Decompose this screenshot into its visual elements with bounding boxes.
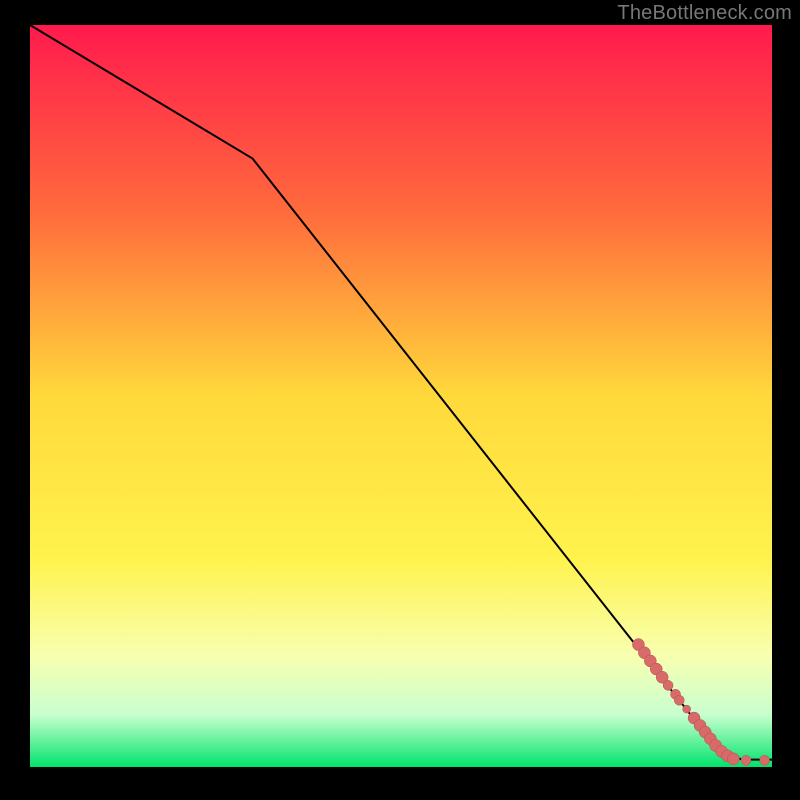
- data-marker: [663, 680, 673, 690]
- chart-container: TheBottleneck.com: [0, 0, 800, 800]
- data-marker: [727, 753, 739, 765]
- data-marker: [760, 755, 770, 765]
- chart-svg: [0, 0, 800, 800]
- watermark-text: TheBottleneck.com: [617, 2, 792, 25]
- plot-background: [30, 25, 772, 767]
- data-marker: [674, 695, 684, 705]
- data-marker: [683, 705, 691, 713]
- data-marker: [741, 755, 751, 765]
